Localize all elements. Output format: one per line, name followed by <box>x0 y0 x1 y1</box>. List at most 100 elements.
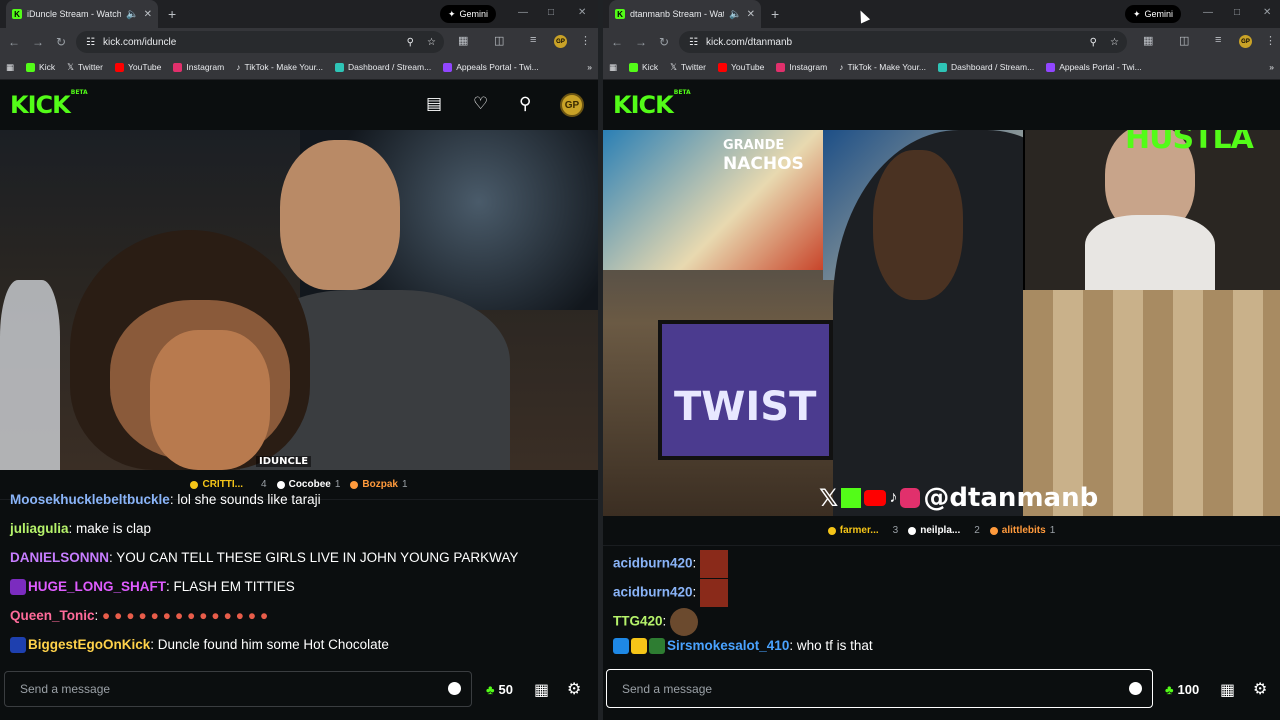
tab-iduncle[interactable]: K iDuncle Stream - Watch Liv 🔈 ✕ <box>6 0 158 28</box>
back-icon[interactable]: ← <box>611 35 623 49</box>
bookmark-tiktok[interactable]: ♪ TikTok - Make Your... <box>236 62 323 72</box>
reload-icon[interactable]: ↻ <box>659 35 669 49</box>
zoom-icon[interactable]: ⚲ <box>1090 37 1097 48</box>
media-icon[interactable]: ≡ <box>1215 34 1221 46</box>
heart-icon[interactable]: ♡ <box>473 94 488 114</box>
browser-window-right: K dtanmanb Stream - Watch 🔈 ✕ + ✦Gemini … <box>603 0 1280 720</box>
bookmark-kick[interactable]: Kick <box>26 62 55 72</box>
hammer-badge-icon <box>613 638 629 655</box>
tab-strip: K iDuncle Stream - Watch Liv 🔈 ✕ + ✦Gemi… <box>0 0 598 28</box>
close-window-icon[interactable]: ✕ <box>578 7 586 18</box>
close-window-icon[interactable]: ✕ <box>1263 7 1271 18</box>
url-text: kick.com/dtanmanb <box>705 36 793 48</box>
url-text: kick.com/iduncle <box>102 36 177 48</box>
speaker-icon[interactable]: 🔈 <box>126 9 138 20</box>
bookmark-twitter[interactable]: 𝕏 Twitter <box>670 62 706 73</box>
chat-message: BiggestEgoOnKick: Duncle found him some … <box>10 637 389 654</box>
bookmark-youtube[interactable]: YouTube <box>114 62 161 72</box>
tiktok-icon: ♪ <box>839 62 844 72</box>
chat-message: Queen_Tonic: ●●●●●●●●●●●●●● <box>10 608 273 623</box>
maximize-icon[interactable]: □ <box>1234 7 1240 18</box>
reload-icon[interactable]: ↻ <box>56 35 66 49</box>
bookmark-appeals[interactable]: Appeals Portal - Twi... <box>443 62 539 72</box>
chat-messages: acidburn420: acidburn420: TTG420: Sirsmo… <box>603 546 1280 661</box>
tab-dtanmanb[interactable]: K dtanmanb Stream - Watch 🔈 ✕ <box>609 0 761 28</box>
store-icon[interactable]: ▦ <box>1220 680 1235 700</box>
extensions-icon[interactable]: ▦ <box>458 34 468 47</box>
gifter-3[interactable]: alittlebits 1 <box>989 525 1055 536</box>
gifter-2[interactable]: neilpla... 2 <box>908 525 980 536</box>
bookmark-appeals[interactable]: Appeals Portal - Twi... <box>1046 62 1142 72</box>
points-icon: ♣ <box>486 682 495 697</box>
channel-points[interactable]: ♣ 50 <box>486 682 513 697</box>
settings-gear-icon[interactable]: ⚙ <box>1253 679 1267 699</box>
minimize-icon[interactable]: — <box>518 7 528 18</box>
close-tab-icon[interactable]: ✕ <box>747 9 755 20</box>
bookmark-kick[interactable]: Kick <box>629 62 658 72</box>
chat-message: HUGE_LONG_SHAFT: FLASH EM TITTIES <box>10 579 295 596</box>
background-person <box>0 280 60 470</box>
bookmark-youtube[interactable]: YouTube <box>717 62 764 72</box>
bookmark-instagram[interactable]: Instagram <box>173 62 224 72</box>
gemini-button[interactable]: ✦ Gemini <box>1125 5 1182 23</box>
forward-icon[interactable]: → <box>32 35 44 49</box>
url-field[interactable]: ☷ kick.com/iduncle ⚲ ☆ <box>76 31 444 53</box>
user-avatar[interactable]: GP <box>560 93 584 117</box>
emoji-icon[interactable] <box>448 682 461 695</box>
media-icon[interactable]: ≡ <box>530 34 536 46</box>
kick-logo[interactable]: KICKBETA <box>613 89 691 119</box>
bookmark-instagram[interactable]: Instagram <box>776 62 827 72</box>
video-player[interactable]: GRANDE NACHOS TWIST GP HUSTLA 𝕏 ♪ @dtanm… <box>603 130 1280 516</box>
following-icon[interactable]: ▤ <box>426 94 442 114</box>
gifter-3[interactable]: Bozpak 1 <box>350 479 408 490</box>
minimize-icon[interactable]: — <box>1203 7 1213 18</box>
site-info-icon[interactable]: ☷ <box>689 37 698 48</box>
bookmark-star-icon[interactable]: ☆ <box>427 37 436 48</box>
apps-icon[interactable]: ▦ <box>6 62 14 73</box>
chat-input[interactable]: Send a message <box>4 671 472 707</box>
channel-points[interactable]: ♣ 100 <box>1165 682 1199 697</box>
bookmark-star-icon[interactable]: ☆ <box>1110 37 1119 48</box>
gifter-2[interactable]: Cocobee 1 <box>276 479 340 490</box>
maximize-icon[interactable]: □ <box>548 7 554 18</box>
gifter-1[interactable]: CRITTI... 4 <box>190 479 267 490</box>
zoom-icon[interactable]: ⚲ <box>407 37 414 48</box>
chat-input-placeholder: Send a message <box>20 682 111 696</box>
forward-icon[interactable]: → <box>635 35 647 49</box>
extensions-icon[interactable]: ▦ <box>1143 34 1153 47</box>
bookmark-dashboard[interactable]: Dashboard / Stream... <box>335 62 431 72</box>
more-bookmarks-icon[interactable]: » <box>587 62 592 72</box>
bookmark-dashboard[interactable]: Dashboard / Stream... <box>938 62 1034 72</box>
store-icon[interactable]: ▦ <box>534 680 549 700</box>
search-icon[interactable]: ⚲ <box>519 94 531 114</box>
cast-icon[interactable]: ◫ <box>494 34 504 47</box>
chat-message: Moosekhucklebeltbuckle: lol she sounds l… <box>10 492 321 507</box>
back-icon[interactable]: ← <box>8 35 20 49</box>
profile-avatar[interactable]: GP <box>1239 35 1252 48</box>
x-icon: 𝕏 <box>670 61 677 72</box>
chat-input[interactable]: Send a message <box>606 669 1153 708</box>
cast-icon[interactable]: ◫ <box>1179 34 1189 47</box>
url-field[interactable]: ☷ kick.com/dtanmanb ⚲ ☆ <box>679 31 1127 53</box>
speaker-icon[interactable]: 🔈 <box>729 9 741 20</box>
gifter-1[interactable]: farmer... 3 <box>827 525 898 536</box>
video-player[interactable]: IDUNCLE <box>0 130 598 470</box>
emoji-icon[interactable] <box>1129 682 1142 695</box>
menu-icon[interactable]: ⋮ <box>580 34 591 47</box>
apps-icon[interactable]: ▦ <box>609 62 617 73</box>
close-tab-icon[interactable]: ✕ <box>144 9 152 20</box>
chat-message: Sirsmokesalot_410: who tf is that <box>613 638 873 655</box>
profile-avatar[interactable]: GP <box>554 35 567 48</box>
bookmark-tiktok[interactable]: ♪ TikTok - Make Your... <box>839 62 926 72</box>
settings-gear-icon[interactable]: ⚙ <box>567 679 581 699</box>
bookmark-twitter[interactable]: 𝕏 Twitter <box>67 62 103 73</box>
kick-logo[interactable]: KICKBETA <box>10 89 88 119</box>
new-tab-icon[interactable]: + <box>771 6 779 22</box>
kick-icon <box>841 488 862 508</box>
more-bookmarks-icon[interactable]: » <box>1269 62 1274 72</box>
gift-icon <box>827 526 836 535</box>
gemini-button[interactable]: ✦ Gemini <box>440 5 497 23</box>
site-info-icon[interactable]: ☷ <box>86 37 95 48</box>
menu-icon[interactable]: ⋮ <box>1265 34 1276 47</box>
new-tab-icon[interactable]: + <box>168 6 176 22</box>
